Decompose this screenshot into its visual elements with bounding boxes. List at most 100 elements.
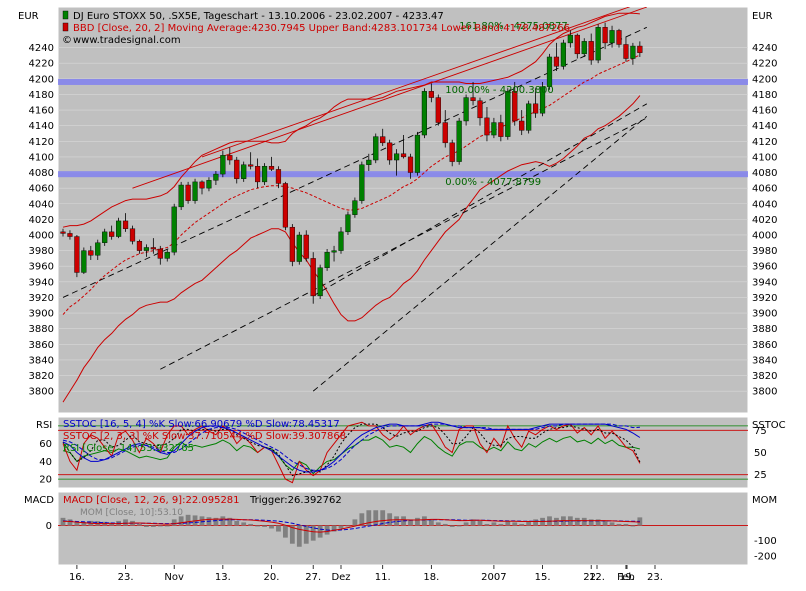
- candle-body: [60, 231, 66, 234]
- candle-body: [303, 234, 309, 259]
- candle-body: [630, 45, 636, 59]
- x-tick-label: 18.: [423, 572, 439, 583]
- x-tick-label: 15.: [535, 572, 551, 583]
- momentum-bar: [422, 516, 427, 526]
- candle-body: [296, 234, 302, 262]
- candle-body: [143, 247, 150, 251]
- x-tick-label: 27.: [305, 572, 321, 583]
- y-tick-right: 3920: [752, 293, 777, 304]
- candle-body: [331, 250, 337, 253]
- x-tick-label: 12.: [589, 572, 605, 583]
- candle-body: [394, 153, 400, 161]
- candle-body: [67, 233, 73, 237]
- candle-body: [588, 41, 594, 61]
- momentum-bar: [248, 523, 254, 526]
- candle-body: [227, 155, 233, 161]
- y-tick-right: 3900: [752, 309, 777, 320]
- candle-body: [546, 56, 553, 87]
- candle-body: [122, 220, 129, 229]
- momentum-bar: [463, 522, 469, 526]
- momentum-bar: [241, 522, 247, 526]
- candle-body: [241, 164, 247, 179]
- y-tick-right: 4000: [752, 230, 777, 241]
- candle-body: [234, 159, 240, 179]
- y-tick-left: 3880: [29, 324, 54, 335]
- candle-body: [268, 166, 275, 170]
- candle-body: [164, 251, 170, 259]
- sstoc-legend-entry: RSI [Close, 14]:53.932765: [63, 443, 194, 454]
- y-tick-right: 3800: [752, 387, 777, 398]
- candle-body: [261, 166, 268, 183]
- candle-body: [602, 27, 608, 44]
- y-tick-left: 4040: [29, 199, 54, 210]
- candle-body: [88, 250, 94, 256]
- momentum-bar: [74, 522, 80, 526]
- momentum-bar: [491, 522, 497, 526]
- candle-body: [484, 117, 490, 136]
- momentum-bar: [373, 510, 379, 526]
- candle-body: [213, 173, 219, 181]
- candle-body: [129, 228, 136, 242]
- sstoc-y-tick-right: 25: [754, 470, 767, 481]
- candle-body: [449, 142, 455, 162]
- candle-body: [623, 44, 629, 59]
- y-tick-left: 4240: [29, 43, 54, 54]
- momentum-bar: [150, 525, 156, 527]
- stock-chart: 3800 3800 3820 3820 3840 3840 3860 3860 3880 3880…: [18, 6, 786, 583]
- y-tick-right: 4160: [752, 106, 777, 117]
- momentum-bar: [616, 523, 622, 526]
- x-tick-label: Nov: [164, 572, 184, 583]
- macd-label-left: MACD: [24, 495, 54, 506]
- candle-body: [220, 155, 226, 175]
- main-legend-entry: www.tradesignal.com: [73, 35, 181, 46]
- currency-label-left: EUR: [18, 11, 39, 22]
- y-tick-right: 4220: [752, 59, 777, 70]
- y-tick-right: 4180: [752, 90, 777, 101]
- momentum-bar: [352, 519, 358, 526]
- candle-body: [178, 184, 184, 208]
- candle-body: [74, 236, 80, 273]
- x-tick-label: Dez: [331, 572, 350, 583]
- y-tick-right: 3980: [752, 246, 777, 257]
- candle-body: [498, 122, 504, 137]
- x-tick-label: 13.: [215, 572, 231, 583]
- candle-body: [81, 250, 87, 273]
- candle-body: [317, 267, 323, 297]
- trigger-legend-entry: Trigger:26.392762: [249, 495, 342, 506]
- momentum-bar: [512, 522, 518, 526]
- y-tick-right: 3820: [752, 371, 777, 382]
- candle-body: [136, 241, 143, 251]
- momentum-bar: [157, 525, 163, 527]
- momentum-bar: [442, 523, 448, 526]
- candle-body: [526, 103, 532, 131]
- momentum-bar: [164, 525, 170, 527]
- momentum-bar: [581, 517, 587, 526]
- fib-label-0: 0.00% - 4077.8799: [445, 177, 541, 188]
- momentum-bar: [185, 514, 191, 526]
- candle-body: [567, 34, 573, 44]
- candle-body: [609, 30, 615, 44]
- candle-body: [519, 120, 525, 131]
- y-tick-left: 4120: [29, 137, 54, 148]
- fib-label-100: 100.00% - 4200.3800: [445, 85, 554, 96]
- candle-body: [463, 97, 469, 122]
- y-tick-left: 4060: [29, 184, 54, 195]
- x-tick-label: 20.: [264, 572, 280, 583]
- candle-body: [380, 136, 386, 144]
- sstoc-y-tick-left: 40: [39, 457, 52, 468]
- candle-body: [359, 164, 365, 201]
- momentum-bar: [456, 525, 462, 527]
- candle-body: [248, 164, 254, 167]
- candle-body: [581, 41, 587, 55]
- momentum-bar: [477, 520, 483, 526]
- momentum-bar: [428, 519, 434, 526]
- y-tick-right: 3940: [752, 277, 777, 288]
- y-tick-right: 3860: [752, 340, 777, 351]
- y-tick-left: 3860: [29, 340, 54, 351]
- y-tick-left: 3900: [29, 309, 54, 320]
- x-tick-label: 11.: [375, 572, 391, 583]
- y-tick-right: 3960: [752, 262, 777, 273]
- candle-body: [150, 247, 156, 250]
- momentum-bar: [255, 525, 260, 527]
- y-tick-right: 4040: [752, 199, 777, 210]
